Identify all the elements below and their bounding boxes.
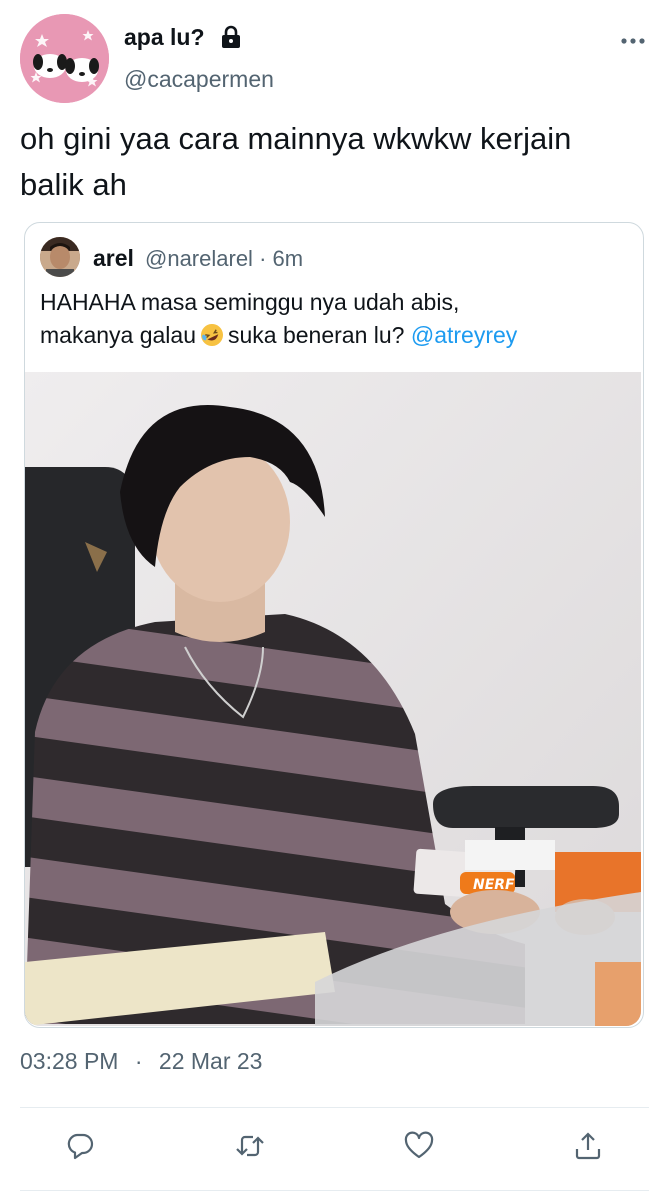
author-display-name[interactable]: apa lu? — [124, 24, 205, 51]
divider — [20, 1107, 649, 1108]
quoted-author-handle: @narelarel — [145, 246, 253, 271]
quoted-text-line1: HAHAHA masa seminggu nya udah abis, — [40, 289, 460, 315]
author-handle[interactable]: @cacapermen — [124, 66, 274, 93]
photo-person-in-chair-image: NERF — [25, 372, 641, 1026]
timestamp-date: 22 Mar 23 — [158, 1048, 263, 1074]
person-avatar-icon — [40, 237, 80, 277]
rolling-laughing-emoji-icon — [201, 324, 223, 346]
quoted-author-name: arel — [93, 245, 134, 271]
retweet-button[interactable] — [232, 1128, 268, 1164]
quoted-meta: @narelarel · 6m — [145, 246, 303, 272]
quoted-text-line2b: suka beneran lu? — [228, 322, 405, 348]
quoted-author-avatar — [40, 237, 80, 277]
timestamp-separator: · — [134, 1048, 143, 1074]
like-button[interactable] — [401, 1128, 437, 1164]
quoted-separator: · — [259, 246, 267, 271]
quoted-photo[interactable]: NERF — [25, 372, 641, 1026]
reply-icon — [67, 1133, 94, 1160]
share-icon — [575, 1132, 601, 1160]
retweet-icon — [236, 1135, 264, 1157]
author-avatar[interactable] — [20, 14, 109, 103]
mention-link[interactable]: @atreyrey — [411, 322, 517, 348]
timestamp-time: 03:28 PM — [20, 1048, 119, 1074]
lock-icon — [222, 25, 240, 48]
heart-icon — [404, 1131, 434, 1159]
quoted-age: 6m — [272, 246, 304, 271]
share-button[interactable] — [570, 1128, 606, 1164]
cartoon-dogs-avatar-icon — [20, 14, 109, 103]
reply-button[interactable] — [62, 1128, 98, 1164]
divider — [20, 1190, 649, 1191]
quoted-text-line2a: makanya galau — [40, 322, 196, 348]
tweet-text: oh gini yaa cara mainnya wkwkw kerjain b… — [20, 121, 572, 202]
more-options-icon[interactable] — [620, 36, 646, 46]
tweet-timestamp[interactable]: 03:28 PM · 22 Mar 23 — [20, 1048, 262, 1075]
quoted-text: HAHAHA masa seminggu nya udah abis, maka… — [40, 286, 630, 352]
